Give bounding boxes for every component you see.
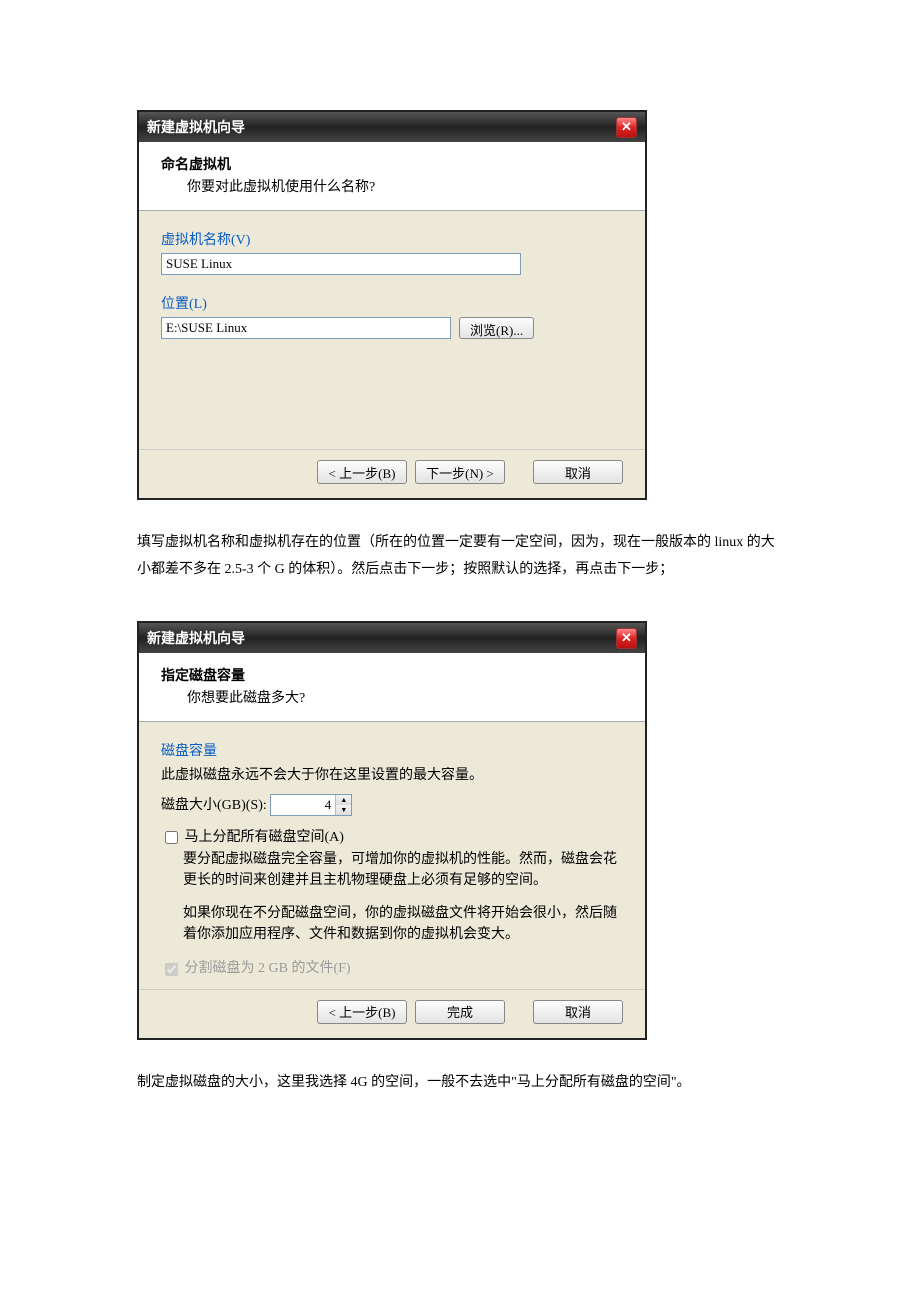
paragraph-2: 制定虚拟磁盘的大小，这里我选择 4G 的空间，一般不去选中"马上分配所有磁盘的空… [137,1070,783,1097]
dialog1-header: 命名虚拟机 你要对此虚拟机使用什么名称? [139,142,645,211]
split-checkbox-row: 分割磁盘为 2 GB 的文件(F) [161,961,351,976]
vm-name-label: 虚拟机名称(V) [161,229,623,249]
capacity-label: 磁盘容量 [161,740,623,760]
cancel-button[interactable]: 取消 [533,460,623,484]
dialog2-head-title: 指定磁盘容量 [161,665,623,685]
spin-up-icon[interactable]: ▲ [336,795,351,805]
location-input[interactable] [161,317,451,339]
allocate-desc1: 要分配虚拟磁盘完全容量，可增加你的虚拟机的性能。然而，磁盘会花更长的时间来创建并… [161,849,623,891]
dialog2-body: 磁盘容量 此虚拟磁盘永远不会大于你在这里设置的最大容量。 磁盘大小(GB)(S)… [139,722,645,989]
close-icon[interactable]: ✕ [616,628,637,649]
dialog2-footer: < 上一步(B) 完成 取消 [139,989,645,1038]
dialog1-head-sub: 你要对此虚拟机使用什么名称? [161,176,623,196]
location-label: 位置(L) [161,293,623,313]
allocate-desc2: 如果你现在不分配磁盘空间，你的虚拟磁盘文件将开始会很小，然后随着你添加应用程序、… [161,903,623,945]
dialog2-titlebar: 新建虚拟机向导 ✕ [139,623,645,653]
paragraph-1: 填写虚拟机名称和虚拟机存在的位置（所在的位置一定要有一定空间，因为，现在一般版本… [137,530,783,583]
dialog2-head-sub: 你想要此磁盘多大? [161,687,623,707]
vm-name-dialog: 新建虚拟机向导 ✕ 命名虚拟机 你要对此虚拟机使用什么名称? 虚拟机名称(V) … [137,110,647,500]
back-button[interactable]: < 上一步(B) [317,460,407,484]
next-button[interactable]: 下一步(N) > [415,460,505,484]
dialog1-body: 虚拟机名称(V) 位置(L) 浏览(R)... [139,211,645,449]
close-icon[interactable]: ✕ [616,117,637,138]
dialog2-title: 新建虚拟机向导 [147,628,245,648]
capacity-desc: 此虚拟磁盘永远不会大于你在这里设置的最大容量。 [161,764,623,784]
dialog1-title: 新建虚拟机向导 [147,117,245,137]
allocate-label: 马上分配所有磁盘空间(A) [185,830,344,845]
finish-button[interactable]: 完成 [415,1000,505,1024]
vm-name-input[interactable] [161,253,521,275]
dialog1-titlebar: 新建虚拟机向导 ✕ [139,112,645,142]
allocate-checkbox-row[interactable]: 马上分配所有磁盘空间(A) [161,830,344,845]
back-button[interactable]: < 上一步(B) [317,1000,407,1024]
split-label: 分割磁盘为 2 GB 的文件(F) [185,961,351,976]
disk-size-spinner[interactable]: ▲ ▼ [270,794,352,816]
dialog1-head-title: 命名虚拟机 [161,154,623,174]
split-checkbox [165,963,178,976]
disk-size-label: 磁盘大小(GB)(S): [161,794,267,814]
allocate-checkbox[interactable] [165,831,178,844]
dialog1-footer: < 上一步(B) 下一步(N) > 取消 [139,449,645,498]
disk-size-input[interactable] [271,795,335,815]
dialog2-header: 指定磁盘容量 你想要此磁盘多大? [139,653,645,722]
browse-button[interactable]: 浏览(R)... [459,317,534,339]
cancel-button[interactable]: 取消 [533,1000,623,1024]
disk-capacity-dialog: 新建虚拟机向导 ✕ 指定磁盘容量 你想要此磁盘多大? 磁盘容量 此虚拟磁盘永远不… [137,621,647,1040]
spin-down-icon[interactable]: ▼ [336,805,351,815]
